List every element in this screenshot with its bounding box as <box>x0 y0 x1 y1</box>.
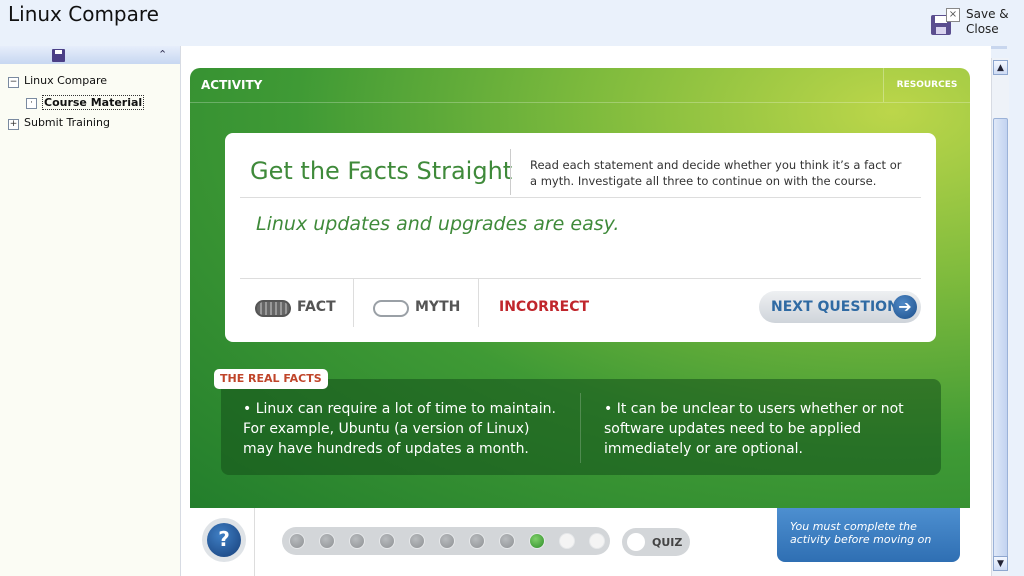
question-card: Get the Facts Straight Read each stateme… <box>225 133 936 342</box>
save-close-label: Save & Close <box>966 7 1009 36</box>
progress-dot <box>379 533 395 549</box>
close-icon: × <box>946 8 960 22</box>
notice-text: You must complete the activity before mo… <box>790 520 932 546</box>
result-label: INCORRECT <box>499 299 590 315</box>
completion-notice: You must complete the activity before mo… <box>777 508 960 562</box>
quiz-button[interactable]: QUIZ <box>622 528 690 556</box>
progress-dot <box>439 533 455 549</box>
progress-dot <box>529 533 545 549</box>
save-icon[interactable] <box>52 49 65 62</box>
real-facts-tag: THE REAL FACTS <box>214 369 328 389</box>
progress-dot <box>589 533 605 549</box>
fact-label: FACT <box>297 299 336 315</box>
next-question-label: NEXT QUESTION <box>771 299 899 315</box>
tree-item-label: Submit Training <box>24 116 110 129</box>
save-close-button[interactable]: × Save & Close <box>930 6 1020 42</box>
activity-title: ACTIVITY <box>201 78 263 92</box>
myth-label: MYTH <box>415 299 461 315</box>
divider <box>478 279 479 327</box>
collapse-panel-icon[interactable]: ⌃ <box>158 48 167 61</box>
progress-dot <box>469 533 485 549</box>
progress-dot <box>559 533 575 549</box>
tree-node-icon: · <box>26 98 37 109</box>
tree-toggle-icon[interactable]: + <box>8 119 19 130</box>
activity-panel: ACTIVITY RESOURCES Get the Facts Straigh… <box>190 68 970 508</box>
activity-header: ACTIVITY RESOURCES <box>190 68 970 103</box>
divider <box>240 197 921 198</box>
scroll-down-icon[interactable]: ▼ <box>993 556 1008 571</box>
quiz-label: QUIZ <box>652 536 683 549</box>
real-facts-box: • Linux can require a lot of time to mai… <box>221 379 941 475</box>
divider <box>353 279 354 327</box>
arrow-right-icon: ➔ <box>893 295 917 319</box>
vertical-scrollbar[interactable]: ▲ ▼ <box>991 58 1009 576</box>
fact-item: • Linux can require a lot of time to mai… <box>243 401 556 457</box>
divider <box>240 278 921 279</box>
progress-dot <box>349 533 365 549</box>
divider <box>510 149 511 195</box>
help-icon: ? <box>207 523 241 557</box>
statement-text: Linux updates and upgrades are easy. <box>256 213 620 235</box>
divider <box>580 393 581 463</box>
progress-dot <box>409 533 425 549</box>
quiz-indicator <box>627 533 645 551</box>
progress-dot <box>289 533 305 549</box>
app-title: Linux Compare <box>8 2 159 26</box>
progress-dot <box>499 533 515 549</box>
instructions-text: Read each statement and decide whether y… <box>530 158 902 188</box>
bottom-bar: ? QUIZ You must complete the activity be… <box>190 508 970 576</box>
scroll-thumb[interactable] <box>993 118 1008 558</box>
tree-toolbar: ⌃ <box>0 46 180 64</box>
help-button[interactable]: ? <box>202 518 246 562</box>
divider <box>254 508 255 576</box>
card-title: Get the Facts Straight <box>250 157 513 185</box>
progress-track <box>282 527 610 555</box>
scroll-up-icon[interactable]: ▲ <box>993 60 1008 75</box>
myth-radio[interactable] <box>373 300 409 317</box>
myth-option[interactable]: MYTH <box>373 293 473 321</box>
tree-item-label: Linux Compare <box>24 74 108 87</box>
fact-option[interactable]: FACT <box>255 293 355 321</box>
tree-toggle-icon[interactable]: − <box>8 77 19 88</box>
tree-item-label: Course Material <box>42 95 145 110</box>
fact-item: • It can be unclear to users whether or … <box>604 401 904 457</box>
resources-button[interactable]: RESOURCES <box>883 68 970 102</box>
fact-radio[interactable] <box>255 300 291 317</box>
progress-dot <box>319 533 335 549</box>
next-question-button[interactable]: NEXT QUESTION ➔ <box>759 291 921 323</box>
course-tree-panel: ⌃ − Linux Compare · Course Material + Su… <box>0 46 181 576</box>
